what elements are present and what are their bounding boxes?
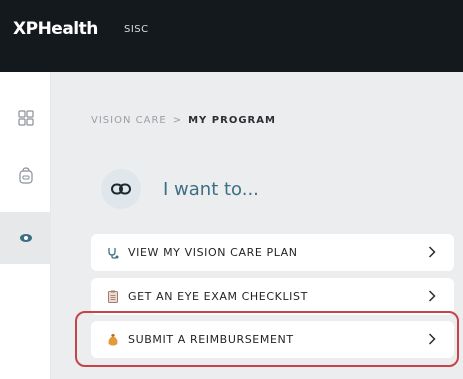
sidebar-item-wallet[interactable]: [0, 150, 51, 202]
chevron-right-icon: [424, 244, 440, 260]
clipboard-icon: [106, 290, 120, 304]
action-label: GET AN EYE EXAM CHECKLIST: [128, 290, 308, 303]
sidebar-item-dashboard[interactable]: [0, 92, 51, 144]
top-header: XPHealth SISC: [0, 0, 463, 72]
app-logo[interactable]: XPHealth: [13, 19, 98, 39]
link-icon: [111, 183, 131, 195]
breadcrumb-separator: >: [172, 115, 183, 126]
highlight-outline: [75, 311, 459, 367]
breadcrumb-parent[interactable]: VISION CARE: [91, 115, 167, 126]
organization-name: SISC: [124, 24, 149, 35]
chevron-right-icon: [424, 288, 440, 304]
eye-icon: [19, 234, 32, 242]
eye-exam-checklist-button[interactable]: GET AN EYE EXAM CHECKLIST: [91, 278, 454, 315]
sidebar-item-vision[interactable]: [0, 212, 51, 264]
link-icon-badge: [101, 169, 141, 209]
sidebar: [0, 72, 51, 379]
dashboard-grid-icon: [17, 110, 34, 126]
breadcrumb: VISION CARE > MY PROGRAM: [91, 115, 276, 126]
view-vision-care-plan-button[interactable]: VIEW MY VISION CARE PLAN: [91, 234, 454, 271]
wallet-bag-icon: [18, 167, 33, 184]
i-want-to-title: I want to...: [163, 178, 259, 200]
breadcrumb-current: MY PROGRAM: [188, 115, 276, 126]
action-label: VIEW MY VISION CARE PLAN: [128, 246, 298, 259]
i-want-to-header: I want to...: [101, 169, 259, 209]
stethoscope-icon: [106, 246, 120, 260]
